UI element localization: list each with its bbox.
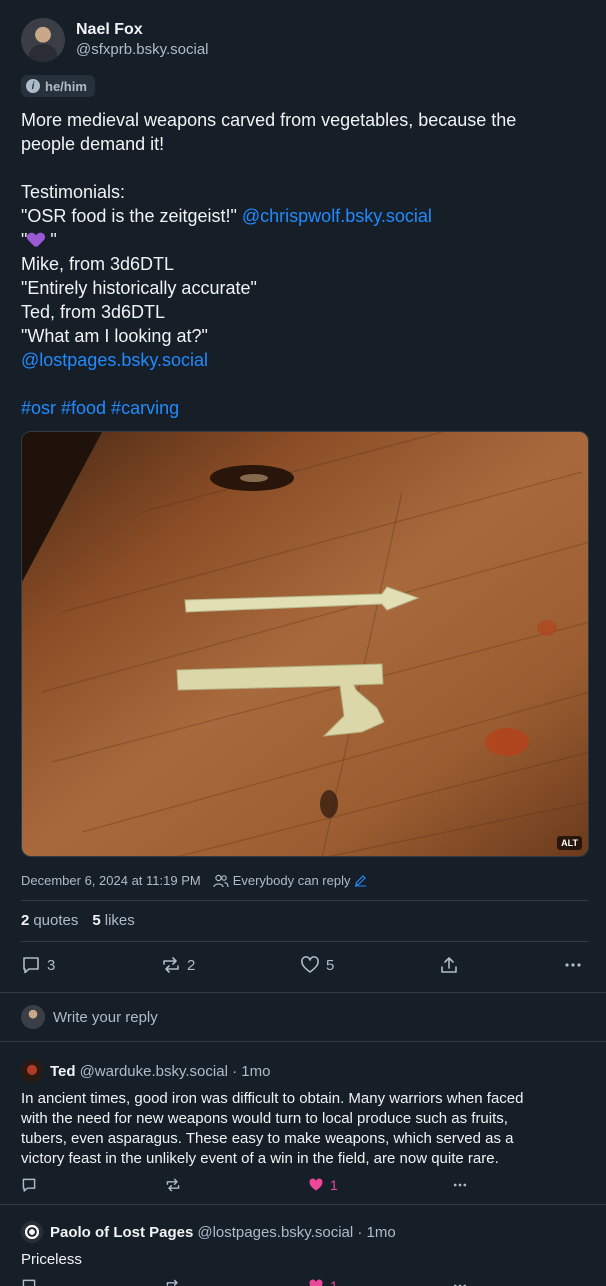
reply-text-line: Priceless (21, 1251, 82, 1268)
divider (21, 941, 589, 942)
like-count: 1 (330, 1278, 338, 1286)
divider (21, 900, 589, 901)
compose-placeholder[interactable]: Write your reply (53, 1009, 158, 1026)
repost-button[interactable] (165, 1278, 187, 1286)
like-button[interactable]: 1 (308, 1177, 338, 1193)
like-count: 5 (326, 956, 335, 974)
reply-button[interactable] (21, 1278, 43, 1286)
reply-author-handle[interactable]: @lostpages.bsky.social · 1mo (197, 1224, 395, 1241)
share-icon (441, 957, 457, 973)
people-icon (213, 874, 229, 887)
reply-text-line: In ancient times, good iron was difficul… (21, 1090, 524, 1107)
post-line: Testimonials: (21, 182, 126, 202)
reply-text: In ancient times, good iron was difficul… (21, 1089, 585, 1169)
alt-badge[interactable]: ALT (557, 836, 582, 850)
heart-filled-icon (309, 1279, 323, 1286)
post-line (21, 156, 585, 180)
reply-setting[interactable]: Everybody can reply (233, 873, 351, 888)
repost-button[interactable]: 2 (161, 955, 195, 975)
author-handle[interactable]: @sfxprb.bsky.social (76, 40, 209, 60)
repost-icon (163, 957, 179, 973)
user-avatar (21, 1005, 45, 1029)
more-options-button[interactable] (452, 1278, 474, 1286)
like-button[interactable]: 1 (308, 1278, 338, 1286)
reply-icon (23, 957, 39, 974)
info-icon: i (26, 79, 40, 93)
pronoun-badge: i he/him (21, 75, 95, 97)
quotes-stat[interactable]: 2 quotes (21, 912, 78, 929)
reply-avatar[interactable] (21, 1060, 43, 1082)
post-line: "Entirely historically accurate" (21, 278, 257, 298)
repost-icon (166, 1279, 178, 1286)
like-button[interactable]: 5 (300, 955, 334, 975)
post-line: "OSR food is the zeitgeist!" @chrispwolf… (21, 204, 585, 228)
post-stats: 2 quotes 5 likes (21, 912, 149, 929)
post-timestamp[interactable]: December 6, 2024 at 11:19 PM (21, 873, 201, 888)
reply-text-line: tubers, even asparagus. These easy to ma… (21, 1130, 514, 1147)
author-display-name[interactable]: Nael Fox (76, 20, 209, 40)
reply-count: 3 (47, 956, 56, 974)
post-line: " " (21, 228, 585, 252)
reply-avatar[interactable] (21, 1221, 43, 1243)
post-author[interactable]: Nael Fox @sfxprb.bsky.social (21, 18, 209, 62)
purple-heart-emoji (28, 233, 44, 248)
more-icon (565, 963, 581, 967)
reply-item[interactable]: Ted @warduke.bsky.social · 1mo In ancien… (21, 1060, 585, 1197)
repost-icon (166, 1178, 180, 1192)
post-line: More medieval weapons carved from vegeta… (21, 110, 517, 130)
post-line (21, 372, 585, 396)
reply-author-name[interactable]: Paolo of Lost Pages (50, 1224, 193, 1241)
reply-text-line: victory feast in the unlikely event of a… (21, 1150, 499, 1167)
reply-item[interactable]: Paolo of Lost Pages @lostpages.bsky.soci… (21, 1221, 585, 1286)
post-line: "What am I looking at?" (21, 326, 208, 346)
reply-actions: 1 (21, 1177, 585, 1197)
like-count: 1 (330, 1177, 338, 1193)
pencil-icon[interactable] (354, 874, 367, 887)
reply-text: Priceless (21, 1250, 585, 1270)
post-line: Ted, from 3d6DTL (21, 302, 166, 322)
post-line: people demand it! (21, 134, 165, 154)
post-line: Mike, from 3d6DTL (21, 254, 175, 274)
post-text: More medieval weapons carved from vegeta… (21, 108, 585, 420)
hashtags[interactable]: #osr #food #carving (21, 396, 585, 420)
pronoun-label: he/him (45, 78, 87, 94)
likes-stat[interactable]: 5 likes (92, 912, 134, 929)
divider (0, 1041, 606, 1042)
heart-icon (301, 956, 319, 973)
reply-icon (22, 1178, 36, 1192)
post-actions: 3 2 5 (21, 955, 589, 979)
reply-icon (22, 1279, 36, 1286)
post-meta: December 6, 2024 at 11:19 PM Everybody c… (21, 873, 367, 888)
more-options-button[interactable] (563, 955, 589, 975)
repost-button[interactable] (165, 1177, 187, 1193)
more-icon (453, 1183, 467, 1187)
more-options-button[interactable] (452, 1177, 474, 1193)
divider (0, 1204, 606, 1205)
compose-reply[interactable]: Write your reply (21, 1005, 158, 1029)
divider (0, 992, 606, 993)
more-icon (453, 1284, 467, 1286)
quote-text: "OSR food is the zeitgeist!" (21, 206, 242, 226)
reply-text-line: with the need for new weapons would turn… (21, 1110, 508, 1127)
share-button[interactable] (439, 955, 465, 975)
reply-button[interactable] (21, 1177, 43, 1193)
reply-actions: 1 (21, 1278, 585, 1286)
mention-link[interactable]: @chrispwolf.bsky.social (242, 206, 432, 226)
vegetable-carving-photo (22, 432, 588, 856)
quote-mark: " (21, 230, 28, 250)
reply-button[interactable]: 3 (21, 955, 55, 975)
author-avatar[interactable] (21, 18, 65, 62)
reply-author-handle[interactable]: @warduke.bsky.social · 1mo (80, 1063, 271, 1080)
post-image[interactable]: ALT (21, 431, 589, 857)
reply-author-name[interactable]: Ted (50, 1063, 76, 1080)
heart-filled-icon (309, 1178, 323, 1191)
mention-link[interactable]: @lostpages.bsky.social (21, 348, 585, 372)
quote-mark: " (45, 230, 57, 250)
repost-count: 2 (187, 956, 196, 974)
